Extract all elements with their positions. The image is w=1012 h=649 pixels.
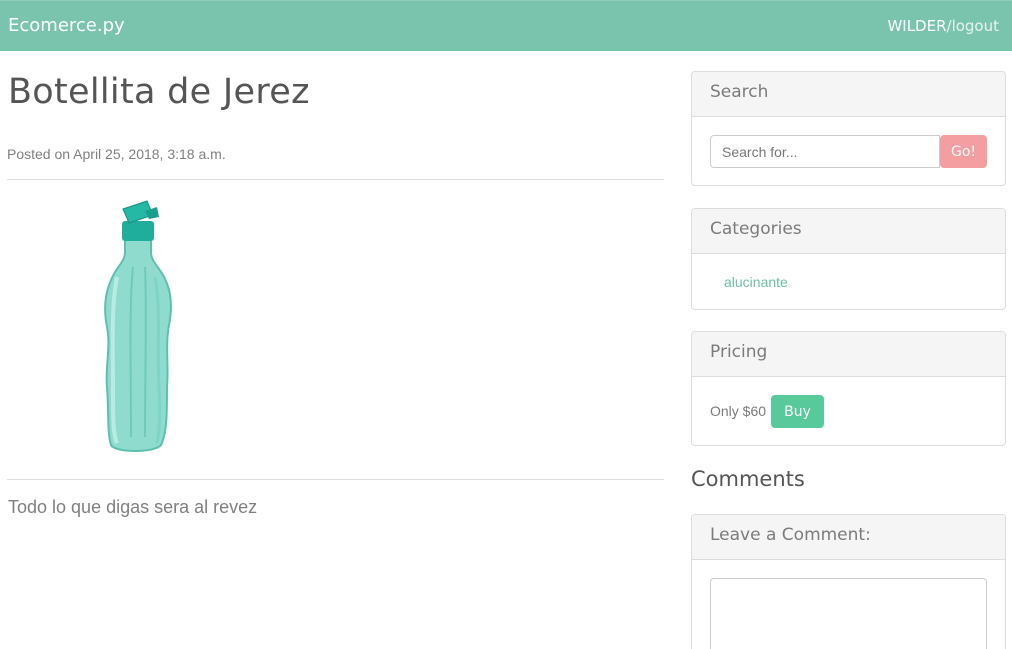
pricing-heading: Pricing xyxy=(692,332,1005,377)
categories-panel: Categories alucinante xyxy=(691,208,1006,310)
user-menu: WILDER/logout xyxy=(887,17,999,35)
post-body: Todo lo que digas sera al revez xyxy=(8,497,258,517)
search-go-button[interactable]: Go! xyxy=(940,135,987,168)
comment-panel: Leave a Comment: xyxy=(691,514,1006,649)
comment-heading: Leave a Comment: xyxy=(692,515,1005,560)
category-link[interactable]: alucinante xyxy=(724,274,788,290)
username-label: WILDER xyxy=(887,17,947,35)
post-title: Botellita de Jerez xyxy=(8,72,310,112)
pricing-panel: Pricing Only $60 Buy xyxy=(691,331,1006,446)
comments-title: Comments xyxy=(691,467,805,491)
comment-textarea[interactable] xyxy=(710,578,987,649)
divider xyxy=(7,479,664,480)
price-label: Only $60 xyxy=(710,403,767,419)
top-navbar: Ecomerce.py WILDER/logout xyxy=(0,0,1012,51)
search-input[interactable] xyxy=(710,135,940,168)
divider xyxy=(7,179,664,180)
buy-button[interactable]: Buy xyxy=(771,395,824,428)
logout-link[interactable]: logout xyxy=(952,17,999,35)
search-panel: Search Go! xyxy=(691,71,1006,186)
water-bottle-image xyxy=(104,200,172,452)
post-date: Posted on April 25, 2018, 3:18 a.m. xyxy=(7,146,226,162)
categories-heading: Categories xyxy=(692,209,1005,254)
brand-link[interactable]: Ecomerce.py xyxy=(8,15,125,36)
search-heading: Search xyxy=(692,72,1005,117)
